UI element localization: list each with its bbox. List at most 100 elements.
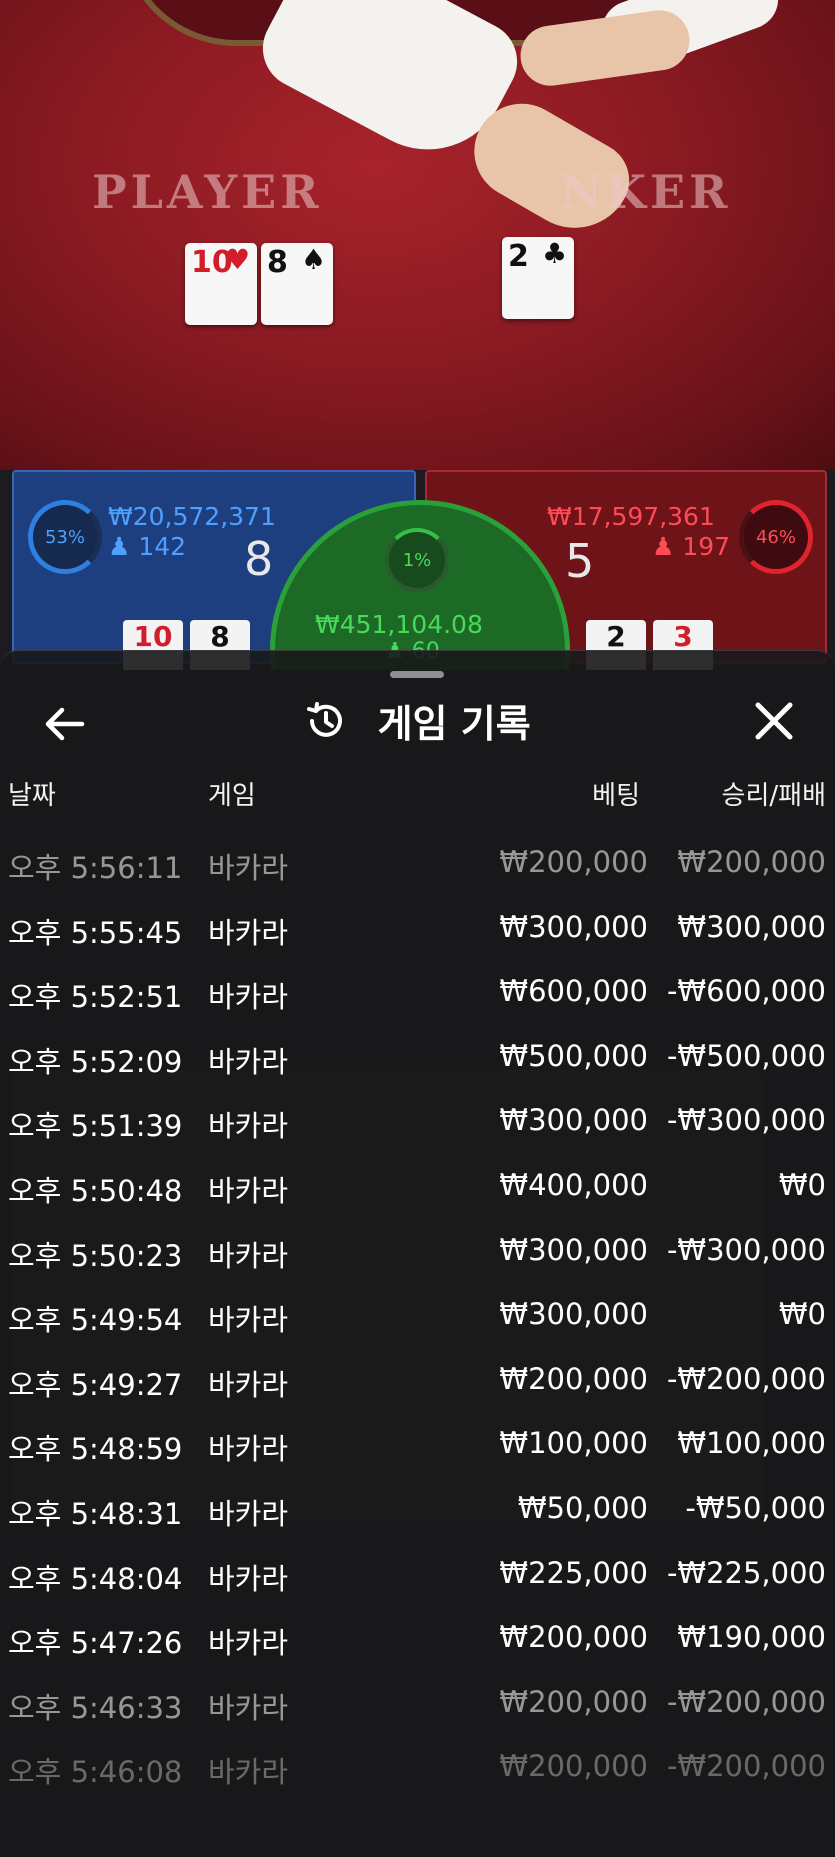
row-time: 오후 5:52:51	[8, 980, 183, 1015]
column-header-bet: 베팅	[592, 781, 640, 811]
row-bet: ₩300,000	[499, 909, 648, 944]
row-result: ₩300,000	[677, 909, 826, 944]
row-bet: ₩200,000	[499, 1749, 648, 1784]
row-game: 바카라	[208, 1044, 289, 1079]
row-bet: ₩600,000	[499, 974, 648, 1009]
banker-count-value: 197	[682, 532, 731, 561]
row-result: -₩200,000	[666, 1361, 826, 1396]
row-result: -₩600,000	[666, 974, 826, 1009]
column-header-game: 게임	[208, 781, 256, 811]
row-result: -₩200,000	[666, 1749, 826, 1784]
row-result: -₩50,000	[685, 1490, 826, 1525]
card-rank: 2	[508, 239, 529, 274]
history-row[interactable]: 오후 5:52:09 바카라 ₩500,000 -₩500,000	[0, 1029, 835, 1094]
row-bet: ₩300,000	[499, 1232, 648, 1267]
player-card-2: 8 ♠	[261, 243, 333, 325]
row-time: 오후 5:56:11	[8, 851, 183, 885]
history-row[interactable]: 오후 5:56:11 바카라 ₩200,000 ₩200,000	[0, 835, 835, 900]
row-game: 바카라	[208, 1755, 289, 1790]
row-game: 바카라	[208, 980, 289, 1015]
history-row[interactable]: 오후 5:48:31 바카라 ₩50,000 -₩50,000	[0, 1481, 835, 1546]
banker-percent-ring: 46%	[739, 500, 813, 574]
tie-bet-amount: ₩451,104.08	[315, 610, 483, 639]
row-time: 오후 5:50:23	[8, 1238, 183, 1273]
row-time: 오후 5:46:08	[8, 1755, 183, 1790]
person-icon: ♟	[108, 532, 131, 561]
mini-card-rank: 8	[210, 620, 230, 653]
heart-icon: ♥	[225, 243, 251, 276]
banker-table-label: NKER	[560, 165, 732, 219]
history-row[interactable]: 오후 5:47:26 바카라 ₩200,000 ₩190,000	[0, 1610, 835, 1675]
history-row[interactable]: 오후 5:49:54 바카라 ₩300,000 ₩0	[0, 1287, 835, 1352]
banker-percent: 46%	[755, 526, 796, 548]
history-row[interactable]: 오후 5:52:51 바카라 ₩600,000 -₩600,000	[0, 964, 835, 1029]
row-bet: ₩200,000	[499, 1361, 648, 1396]
row-bet: ₩200,000	[499, 845, 648, 879]
close-icon	[755, 702, 793, 740]
column-header-date: 날짜	[8, 781, 56, 811]
row-game: 바카라	[208, 1303, 289, 1338]
history-row[interactable]: 오후 5:49:27 바카라 ₩200,000 -₩200,000	[0, 1352, 835, 1417]
row-bet: ₩200,000	[499, 1620, 648, 1655]
tie-percent: 1%	[402, 549, 432, 571]
row-game: 바카라	[208, 1496, 289, 1531]
player-percent-ring: 53%	[28, 500, 102, 574]
mini-card-rank: 3	[673, 620, 693, 653]
row-time: 오후 5:47:26	[8, 1626, 183, 1661]
mini-card-rank: 10	[133, 620, 173, 653]
row-game: 바카라	[208, 1561, 289, 1596]
player-percent: 53%	[44, 526, 85, 548]
row-result: ₩100,000	[677, 1426, 826, 1461]
row-bet: ₩50,000	[517, 1490, 648, 1525]
row-bet: ₩225,000	[499, 1555, 648, 1590]
row-time: 오후 5:48:59	[8, 1432, 183, 1467]
row-bet: ₩200,000	[499, 1684, 648, 1719]
history-row[interactable]: 오후 5:50:48 바카라 ₩400,000 ₩0	[0, 1158, 835, 1223]
row-time: 오후 5:52:09	[8, 1044, 183, 1079]
banker-card-1: 2 ♣	[502, 237, 574, 319]
row-result: ₩0	[778, 1297, 826, 1332]
row-game: 바카라	[208, 1238, 289, 1273]
row-time: 오후 5:49:54	[8, 1303, 183, 1338]
row-result: -₩225,000	[666, 1555, 826, 1590]
banker-bettor-count: ♟ 197	[652, 532, 730, 561]
player-score: 8	[244, 532, 274, 586]
history-row[interactable]: 오후 5:51:39 바카라 ₩300,000 -₩300,000	[0, 1093, 835, 1158]
row-time: 오후 5:46:33	[8, 1690, 183, 1725]
sheet-grabber[interactable]	[390, 671, 444, 678]
banker-bet-amount: ₩17,597,361	[547, 502, 715, 531]
row-game: 바카라	[208, 1690, 289, 1725]
row-time: 오후 5:55:45	[8, 915, 183, 950]
row-time: 오후 5:50:48	[8, 1173, 183, 1208]
player-bet-amount: ₩20,572,371	[108, 502, 276, 531]
tie-percent-ring: 1%	[385, 528, 449, 592]
sheet-title: 게임 기록	[377, 702, 531, 746]
history-list[interactable]: 오후 5:56:11 바카라 ₩200,000 ₩200,000 오후 5:55:45 바…	[0, 835, 835, 1804]
row-result: -₩500,000	[666, 1038, 826, 1073]
row-game: 바카라	[208, 915, 289, 950]
spade-icon: ♠	[301, 243, 327, 276]
mini-card-rank: 2	[606, 620, 626, 653]
history-row[interactable]: 오후 5:50:23 바카라 ₩300,000 -₩300,000	[0, 1223, 835, 1288]
player-count-value: 142	[138, 532, 187, 561]
column-header-result: 승리/패배	[721, 781, 826, 811]
row-time: 오후 5:48:31	[8, 1496, 183, 1531]
banker-score: 5	[565, 534, 595, 588]
sheet-header: 게임 기록	[0, 693, 835, 748]
row-result: -₩300,000	[666, 1232, 826, 1267]
history-row[interactable]: 오후 5:46:08 바카라 ₩200,000 -₩200,000	[0, 1739, 835, 1804]
close-button[interactable]	[748, 695, 800, 747]
history-row[interactable]: 오후 5:48:59 바카라 ₩100,000 ₩100,000	[0, 1416, 835, 1481]
row-game: 바카라	[208, 1109, 289, 1144]
person-icon: ♟	[652, 532, 675, 561]
row-result: ₩190,000	[677, 1620, 826, 1655]
history-row[interactable]: 오후 5:46:33 바카라 ₩200,000 -₩200,000	[0, 1675, 835, 1740]
history-row[interactable]: 오후 5:48:04 바카라 ₩225,000 -₩225,000	[0, 1546, 835, 1611]
game-history-sheet: 게임 기록 날짜 게임 베팅 승리/패배 오후 5:56:11 바카라 ₩200,0…	[0, 650, 835, 1857]
club-icon: ♣	[542, 237, 568, 270]
row-result: ₩0	[778, 1167, 826, 1202]
row-result: -₩200,000	[666, 1684, 826, 1719]
history-row[interactable]: 오후 5:55:45 바카라 ₩300,000 ₩300,000	[0, 900, 835, 965]
row-bet: ₩300,000	[499, 1297, 648, 1332]
row-time: 오후 5:48:04	[8, 1561, 183, 1596]
